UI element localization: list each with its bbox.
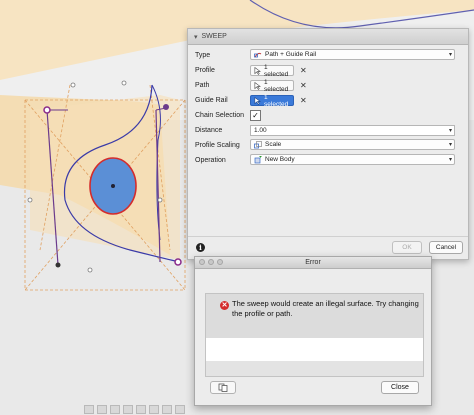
ok-button[interactable]: OK [392,241,422,254]
viewport-toolbar [84,404,234,415]
sweep-dialog: ▾ SWEEP Type Path + Guide Rail ▾ Profile… [187,28,469,260]
profile-scaling-value: Scale [265,141,282,148]
zoom-icon[interactable] [123,405,133,414]
path-end-point [174,258,182,266]
chevron-down-icon: ▾ [448,142,452,148]
chain-selection-label: Chain Selection [195,111,245,119]
fit-icon[interactable] [136,405,146,414]
close-button[interactable]: Close [381,381,419,394]
profile-row: Profile [195,63,250,77]
profile-label: Profile [195,66,215,74]
guide-rail-label: Guide Rail [195,96,228,104]
chain-selection-row: Chain Selection [195,108,250,122]
distance-input[interactable]: 1.00 ▾ [250,125,455,136]
guide-rail-row: Guide Rail [195,93,250,107]
new-body-icon [254,155,262,163]
orbit-icon[interactable] [84,405,94,414]
look-at-icon[interactable] [97,405,107,414]
type-label: Type [195,51,211,59]
stepper-icon[interactable]: ▾ [449,126,452,136]
grid-settings-icon[interactable] [162,405,172,414]
path-row: Path [195,78,250,92]
error-dialog-title: Error [305,259,321,266]
profile-value: 1 selected [264,63,289,78]
type-dropdown[interactable]: Path + Guide Rail ▾ [250,49,455,60]
guide-rail-selector[interactable]: 1 selected [250,93,294,108]
profile-selector[interactable]: 1 selected [250,63,294,78]
error-message-row[interactable]: ✕ The sweep would create an illegal surf… [206,294,423,338]
operation-dropdown[interactable]: New Body ▾ [250,154,455,165]
profile-scaling-row: Profile Scaling [195,138,250,152]
distance-value: 1.00 [254,127,267,134]
error-dialog-titlebar[interactable]: Error [195,257,431,269]
copy-button[interactable] [210,381,236,394]
distance-label: Distance [195,126,223,134]
clear-path-icon[interactable]: ✕ [300,81,307,90]
profile-scaling-dropdown[interactable]: Scale ▾ [250,139,455,150]
zoom-window-icon[interactable] [217,259,223,265]
chevron-down-icon: ▾ [448,52,452,58]
info-icon[interactable]: i [196,243,205,252]
chain-selection-checkbox[interactable]: ✓ [250,110,261,121]
close-window-icon[interactable] [199,259,205,265]
scale-icon [254,140,262,148]
collapse-caret-icon[interactable]: ▾ [194,33,198,41]
sweep-dialog-header[interactable]: ▾ SWEEP [188,29,468,45]
chevron-down-icon: ▾ [448,157,452,163]
select-cursor-icon [254,96,261,105]
path-start-point [43,106,51,114]
clear-profile-icon[interactable]: ✕ [300,66,307,75]
path-selector[interactable]: 1 selected [250,78,294,93]
minimize-window-icon[interactable] [208,259,214,265]
operation-row: Operation [195,153,250,167]
clear-guide-rail-icon[interactable]: ✕ [300,96,307,105]
type-row: Type [195,48,250,62]
cancel-button[interactable]: Cancel [429,241,463,254]
error-message-text: The sweep would create an illegal surfac… [232,299,419,318]
select-cursor-icon [254,66,261,75]
error-icon: ✕ [220,301,229,310]
distance-row: Distance [195,123,250,137]
window-controls [199,259,223,265]
copy-icon [218,383,228,392]
type-value: Path + Guide Rail [265,51,317,58]
guide-rail-value: 1 selected [264,93,289,108]
sweep-dialog-title: SWEEP [201,33,227,40]
operation-value: New Body [265,156,295,163]
select-cursor-icon [254,81,261,90]
error-message-list: ✕ The sweep would create an illegal surf… [205,293,424,377]
pan-icon[interactable] [110,405,120,414]
error-dialog: Error ✕ The sweep would create an illega… [194,256,432,406]
viewports-icon[interactable] [175,405,185,414]
path-guide-rail-icon [254,52,262,57]
path-label: Path [195,81,210,89]
operation-label: Operation [195,156,226,164]
empty-list-row [206,361,423,376]
display-settings-icon[interactable] [149,405,159,414]
profile-scaling-label: Profile Scaling [195,141,240,149]
path-value: 1 selected [264,78,289,93]
